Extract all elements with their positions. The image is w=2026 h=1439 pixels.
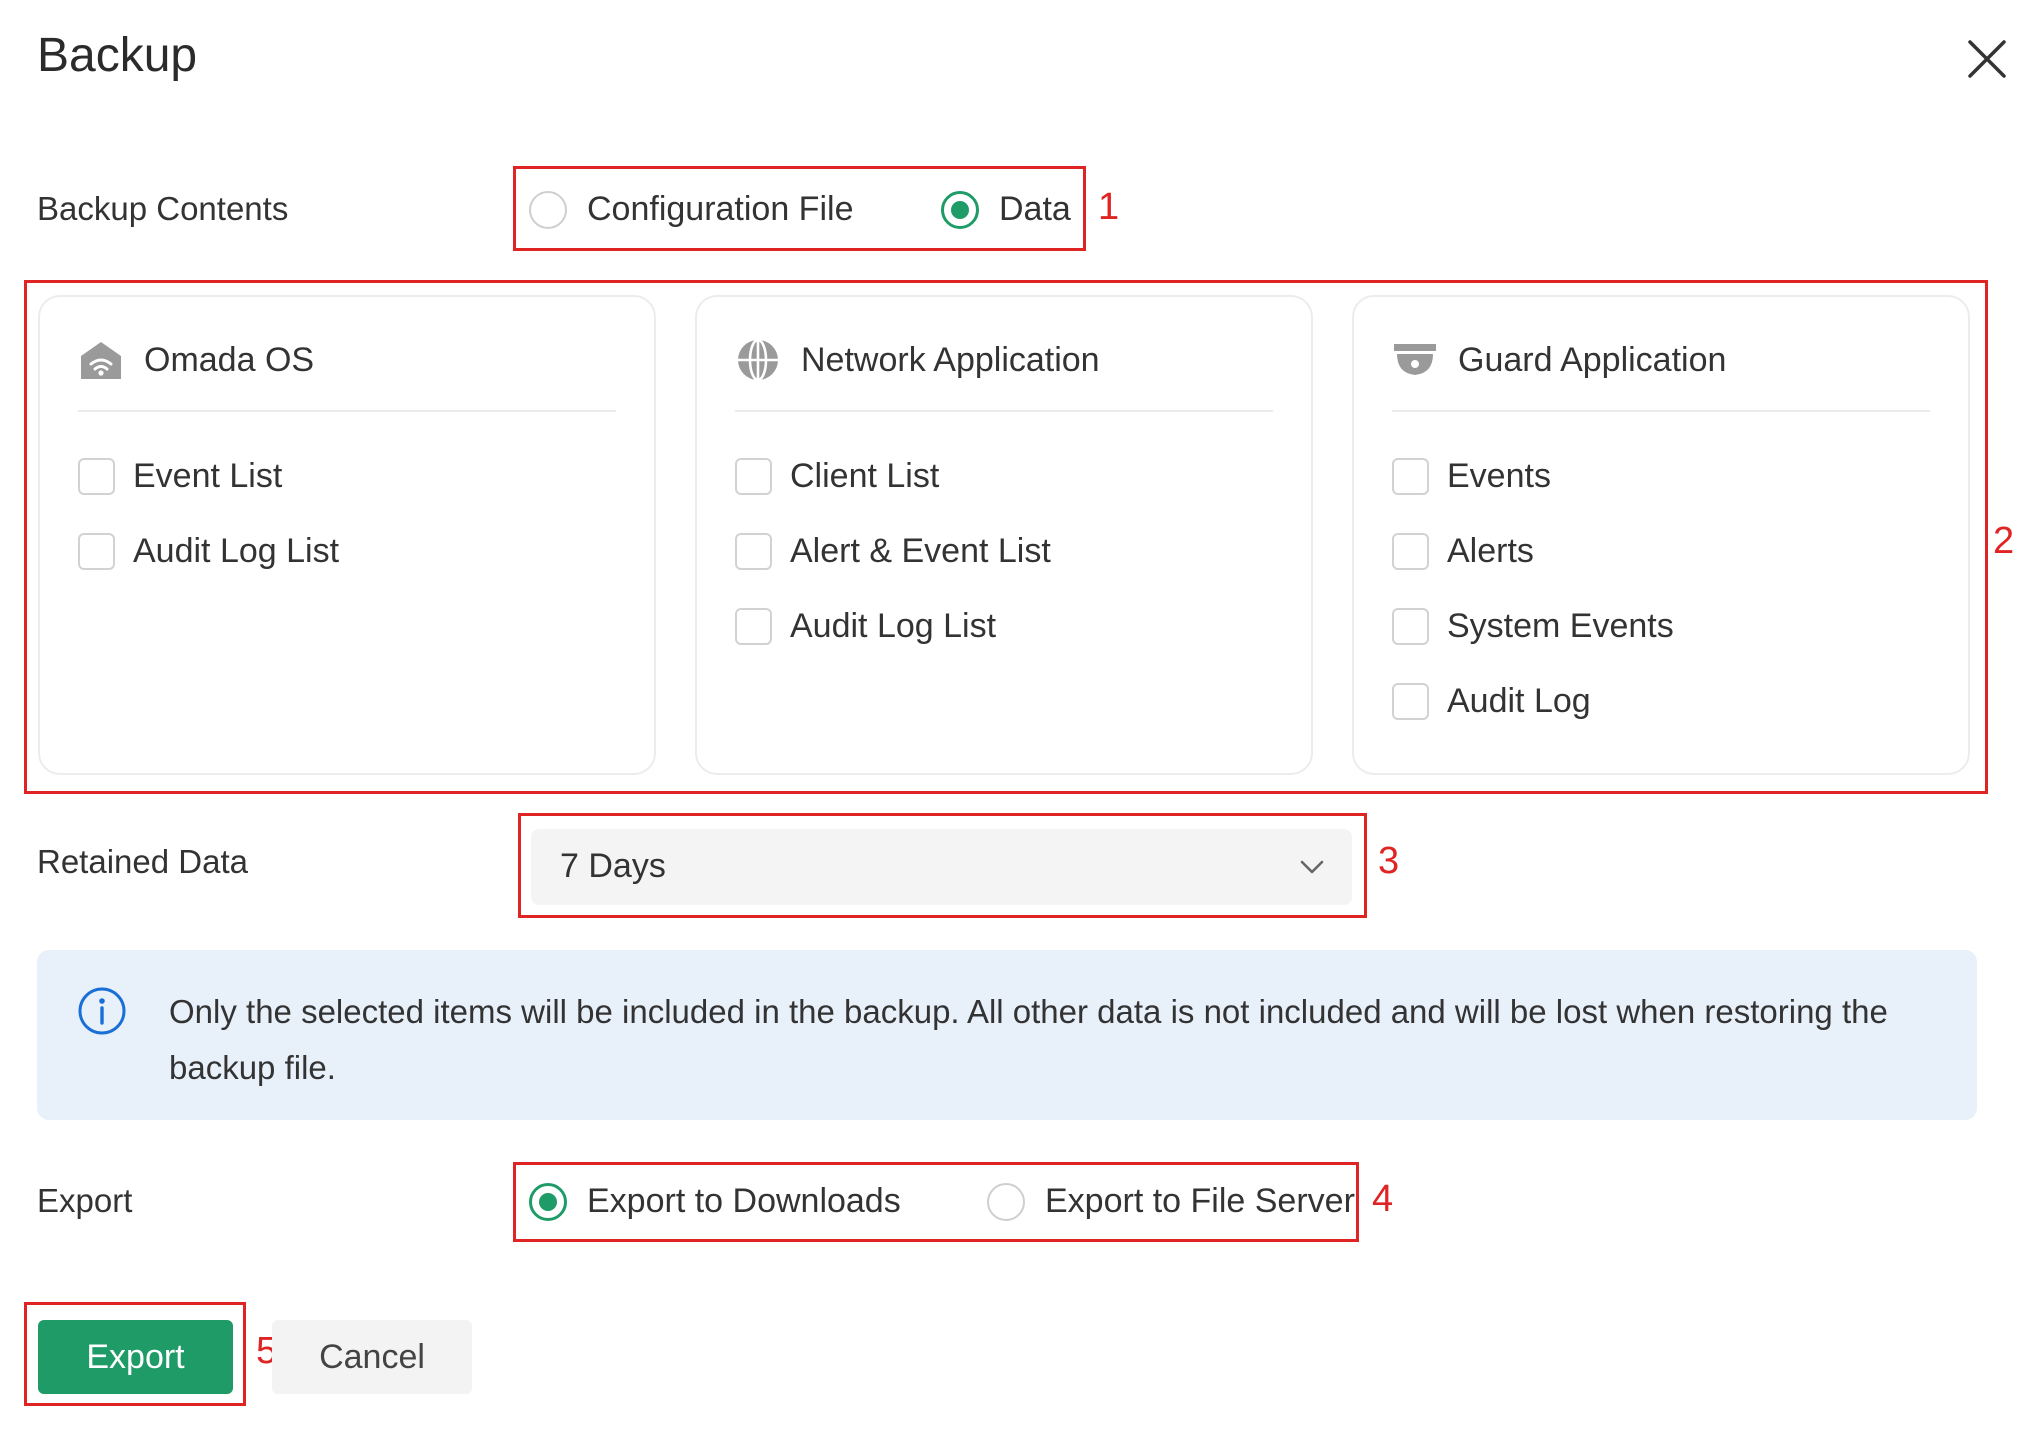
checkbox-label: Events [1447, 457, 1551, 495]
select-value: 7 Days [560, 847, 666, 885]
cancel-button[interactable]: Cancel [272, 1320, 472, 1394]
checkbox[interactable] [1392, 683, 1429, 720]
annotation-marker-2: 2 [1993, 520, 2015, 562]
close-icon[interactable] [1962, 34, 2012, 84]
checkbox[interactable] [78, 533, 115, 570]
card-title: Network Application [801, 340, 1100, 379]
radio-label: Export to File Server [1045, 1182, 1355, 1220]
module-card-network-application: Network Application Client List Alert & … [695, 295, 1313, 775]
retained-data-label: Retained Data [37, 843, 248, 880]
module-card-omada-os: Omada OS Event List Audit Log List [38, 295, 656, 775]
info-banner: Only the selected items will be included… [37, 950, 1977, 1120]
radio-export-to-file-server[interactable]: Export to File Server [987, 1182, 1355, 1221]
checkbox-label: Audit Log List [133, 532, 340, 570]
radio-label: Configuration File [587, 190, 854, 228]
omada-os-icon [81, 342, 121, 379]
checkbox-label: System Events [1447, 607, 1674, 645]
checkbox-label: Audit Log List [790, 607, 997, 645]
checkbox-label: Alert & Event List [790, 532, 1051, 570]
radio-data[interactable]: Data [941, 190, 1071, 229]
checkbox-audit-log-list[interactable]: Audit Log List [78, 532, 339, 571]
checkbox-client-list[interactable]: Client List [735, 457, 939, 496]
annotation-marker-1: 1 [1098, 186, 1120, 228]
radio-button-checked[interactable] [529, 1182, 567, 1221]
radio-button[interactable] [987, 1182, 1025, 1221]
card-title: Omada OS [144, 340, 315, 379]
module-card-guard-application: Guard Application Events Alerts System E… [1352, 295, 1970, 775]
checkbox-alert-event-list[interactable]: Alert & Event List [735, 532, 1051, 571]
card-divider [735, 410, 1273, 412]
radio-label: Export to Downloads [587, 1182, 901, 1220]
backup-contents-label: Backup Contents [37, 190, 289, 227]
info-text: Only the selected items will be included… [169, 993, 1888, 1086]
checkbox-alerts[interactable]: Alerts [1392, 532, 1534, 571]
radio-export-to-downloads[interactable]: Export to Downloads [529, 1182, 901, 1221]
checkbox[interactable] [78, 458, 115, 495]
checkbox[interactable] [735, 533, 772, 570]
retained-data-select[interactable]: 7 Days [531, 829, 1352, 905]
checkbox-audit-log-list[interactable]: Audit Log List [735, 607, 996, 646]
checkbox-events[interactable]: Events [1392, 457, 1551, 496]
checkbox-system-events[interactable]: System Events [1392, 607, 1674, 646]
checkbox[interactable] [1392, 608, 1429, 645]
checkbox-label: Event List [133, 457, 283, 495]
radio-button[interactable] [529, 190, 567, 229]
annotation-marker-3: 3 [1378, 840, 1400, 882]
camera-icon [1394, 344, 1436, 375]
export-label: Export [37, 1182, 133, 1219]
checkbox-label: Audit Log [1447, 682, 1591, 720]
card-header: Network Application [735, 337, 1100, 383]
card-divider [78, 410, 616, 412]
checkbox[interactable] [1392, 533, 1429, 570]
card-title: Guard Application [1458, 340, 1727, 379]
radio-configuration-file[interactable]: Configuration File [529, 190, 853, 229]
card-header: Omada OS [78, 337, 314, 383]
chevron-down-icon [1300, 860, 1324, 874]
checkbox[interactable] [735, 458, 772, 495]
checkbox-label: Client List [790, 457, 940, 495]
checkbox-audit-log[interactable]: Audit Log [1392, 682, 1591, 721]
card-header: Guard Application [1392, 337, 1726, 383]
checkbox-event-list[interactable]: Event List [78, 457, 282, 496]
checkbox-label: Alerts [1447, 532, 1534, 570]
export-button[interactable]: Export [38, 1320, 233, 1394]
info-icon [78, 987, 126, 1035]
dialog-title: Backup [37, 29, 198, 82]
checkbox[interactable] [1392, 458, 1429, 495]
card-divider [1392, 410, 1930, 412]
globe-icon [738, 338, 778, 382]
radio-button-checked[interactable] [941, 190, 979, 229]
radio-label: Data [999, 190, 1071, 228]
annotation-marker-4: 4 [1372, 1178, 1394, 1220]
checkbox[interactable] [735, 608, 772, 645]
